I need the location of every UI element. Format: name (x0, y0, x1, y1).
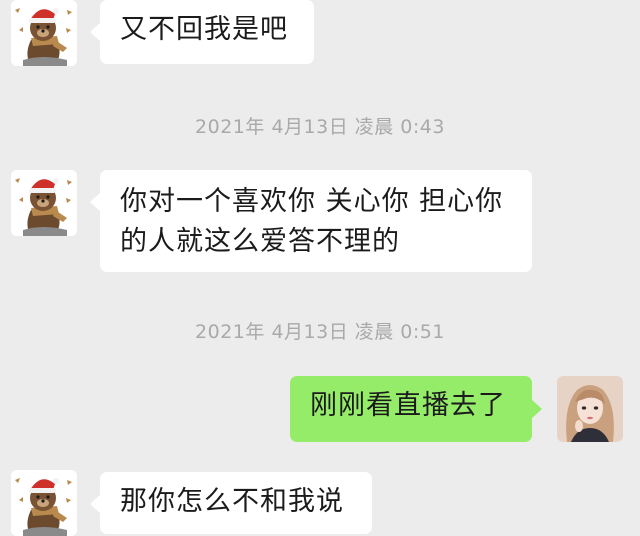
message-bubble[interactable]: 那你怎么不和我说 (90, 472, 372, 534)
message-bubble[interactable]: 你对一个喜欢你 关心你 担心你 的人就这么爱答不理的 (90, 170, 532, 272)
message-timestamp: 2021年 4月13日 凌晨 0:51 (195, 321, 445, 343)
bear-santa-hat-avatar[interactable] (11, 170, 77, 236)
message-bubble-outgoing[interactable]: 刚刚看直播去了 (290, 376, 542, 442)
chat-history[interactable]: 又不回我是吧 2021年 4月13日 凌晨 0:43 你对一个喜欢你 关心你 担… (0, 0, 640, 536)
message-bubble[interactable]: 又不回我是吧 (90, 0, 314, 64)
message-text: 那你怎么不和我说 (120, 486, 344, 517)
message-text: 刚刚看直播去了 (310, 390, 506, 421)
bear-santa-hat-avatar[interactable] (11, 470, 77, 536)
message-text: 又不回我是吧 (120, 14, 288, 45)
bear-santa-hat-avatar[interactable] (11, 0, 77, 66)
girl-portrait-avatar[interactable] (557, 376, 623, 442)
message-timestamp: 2021年 4月13日 凌晨 0:43 (195, 116, 445, 138)
message-text-line: 的人就这么爱答不理的 (120, 226, 400, 257)
message-text-line: 你对一个喜欢你 关心你 担心你 (120, 186, 504, 217)
